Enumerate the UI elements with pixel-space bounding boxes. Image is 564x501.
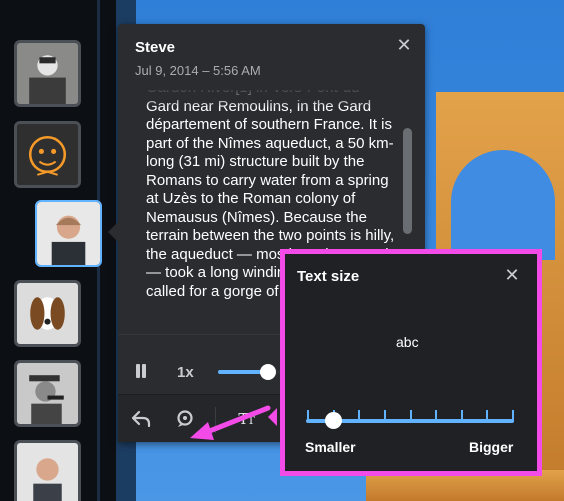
comment-date: Jul 9, 2014 – 5:56 AM bbox=[135, 63, 261, 78]
slider-tick bbox=[512, 410, 514, 422]
text-size-pointer bbox=[268, 408, 277, 426]
slider-tick bbox=[307, 410, 309, 422]
close-icon[interactable]: ✕ bbox=[503, 266, 521, 284]
avatar-3-selected[interactable] bbox=[35, 200, 102, 267]
playback-handle[interactable] bbox=[259, 364, 276, 380]
aqueduct-arch bbox=[451, 150, 555, 260]
avatar-5[interactable] bbox=[14, 360, 81, 427]
slider-tick bbox=[435, 410, 438, 422]
popup-pointer bbox=[108, 222, 118, 242]
slider-tick bbox=[358, 410, 361, 422]
comment-author: Steve bbox=[135, 39, 176, 56]
avatar-2[interactable] bbox=[14, 121, 81, 188]
pause-icon[interactable] bbox=[134, 364, 148, 378]
text-size-handle[interactable] bbox=[324, 412, 342, 429]
close-icon[interactable]: ✕ bbox=[395, 36, 413, 54]
avatar-4[interactable] bbox=[14, 280, 81, 347]
avatar-6[interactable] bbox=[14, 440, 81, 501]
text-size-max-label: Bigger bbox=[469, 439, 514, 455]
text-fade bbox=[118, 90, 425, 108]
avatar-rail bbox=[0, 0, 116, 501]
slider-tick bbox=[486, 410, 489, 422]
slider-tick bbox=[409, 410, 412, 422]
slider-tick bbox=[460, 410, 463, 422]
scrollbar-thumb[interactable] bbox=[403, 128, 412, 234]
text-size-preview: abc bbox=[396, 334, 419, 350]
text-size-title: Text size bbox=[297, 268, 360, 285]
playback-speed[interactable]: 1x bbox=[177, 364, 194, 381]
reply-icon[interactable] bbox=[126, 404, 156, 434]
avatar-1[interactable] bbox=[14, 40, 81, 107]
slider-tick bbox=[383, 410, 386, 422]
annotation-arrow-icon bbox=[190, 405, 271, 440]
text-size-min-label: Smaller bbox=[305, 439, 356, 455]
